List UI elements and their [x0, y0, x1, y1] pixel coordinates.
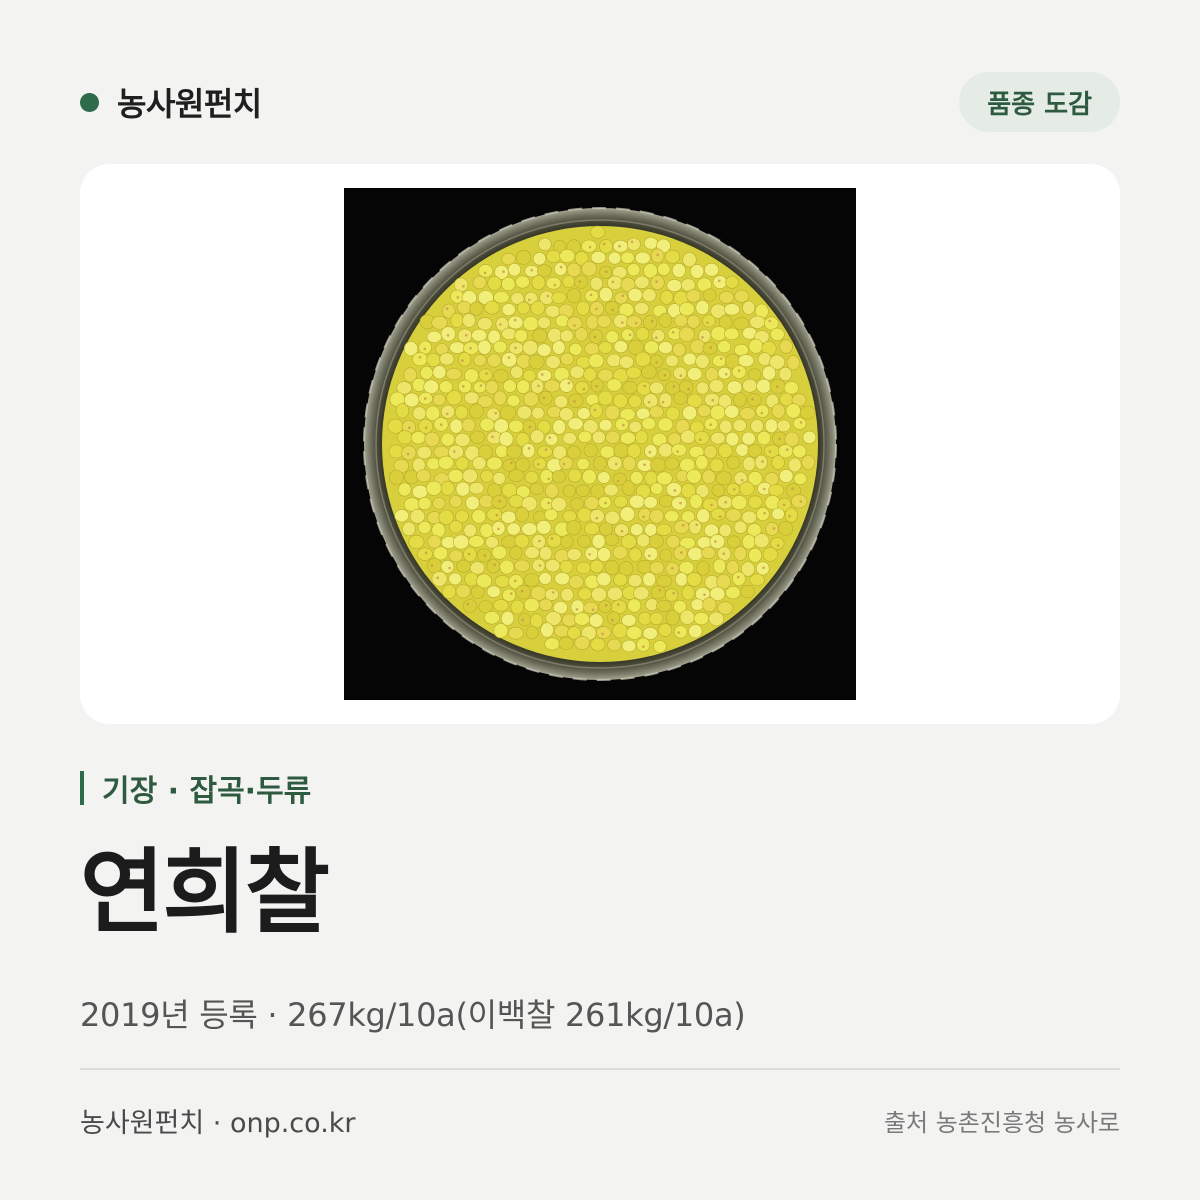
divider [80, 1068, 1120, 1070]
image-card [80, 164, 1120, 724]
footer-site-link[interactable]: 농사원펀치 · onp.co.kr [80, 1101, 356, 1140]
footer-source: 출처 농촌진흥청 농사로 [883, 1108, 1120, 1137]
brand-name: 농사원펀치 [117, 85, 262, 123]
category-label: 기장 · 잡곡·두류 [80, 766, 311, 810]
product-photo [344, 188, 856, 700]
variety-meta: 2019년 등록 · 267kg/10a(이백찰 261kg/10a) [80, 996, 746, 1034]
millet-dish-image [344, 188, 856, 700]
brand-dot-icon [80, 92, 99, 112]
category-text: 기장 · 잡곡·두류 [102, 774, 312, 809]
brand[interactable]: 농사원펀치 [80, 79, 262, 125]
header: 농사원펀치 품종 도감 [80, 72, 1120, 132]
footer: 농사원펀치 · onp.co.kr 출처 농촌진흥청 농사로 [80, 1098, 1120, 1142]
category-accent-bar [80, 771, 84, 805]
category-badge[interactable]: 품종 도감 [959, 72, 1120, 132]
variety-title: 연희찰 [80, 839, 330, 946]
